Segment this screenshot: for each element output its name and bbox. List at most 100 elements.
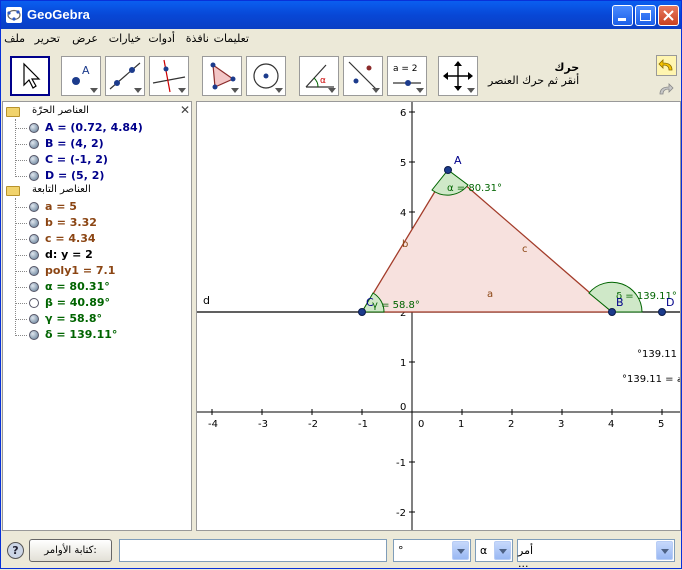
- menu-tools[interactable]: أدوات: [148, 32, 175, 45]
- graphics-canvas[interactable]: -4-3-2-10123456543210-1-2dα = 80.31°γ = …: [197, 102, 681, 531]
- algebra-item-text: C = (-1, 2): [45, 153, 108, 166]
- algebra-item-text: α = 80.31°: [45, 280, 110, 293]
- point-D: [658, 308, 666, 316]
- svg-text:α: α: [320, 76, 326, 86]
- algebra-view: ✕ العناصر الحرّة A = (0.72, 4.84) B = (4,…: [2, 101, 192, 531]
- dropdown-arrow-icon[interactable]: [452, 541, 469, 560]
- y-tick-label: 1: [400, 358, 406, 369]
- y-tick-label: 0: [400, 402, 406, 413]
- x-tick-label: 2: [508, 419, 514, 430]
- undo-button[interactable]: [656, 55, 677, 76]
- menu-window[interactable]: نافذة: [186, 32, 209, 45]
- tree-branch: [15, 271, 27, 272]
- tree-branch: [15, 239, 27, 240]
- input-help-icon[interactable]: ?: [7, 542, 24, 559]
- exterior-angle-text: قياس الزاوية الخارجية = 139.11°: [622, 374, 681, 385]
- point-D-label: D: [666, 296, 674, 309]
- degree-symbol-combo[interactable]: °: [393, 539, 471, 562]
- new-point-tool-button[interactable]: A: [61, 56, 101, 96]
- greek-letter-combo[interactable]: α: [475, 539, 513, 562]
- close-button[interactable]: [658, 5, 679, 26]
- x-tick-label: -3: [258, 419, 268, 430]
- visibility-toggle-icon[interactable]: [29, 298, 39, 308]
- line-d-label: d: [203, 294, 210, 307]
- dropdown-arrow-icon[interactable]: [656, 541, 673, 560]
- x-tick-label: -2: [308, 419, 318, 430]
- point-C-label: C: [366, 296, 374, 309]
- redo-icon: [659, 83, 674, 95]
- visibility-toggle-icon[interactable]: [29, 330, 39, 340]
- menu-view[interactable]: عرض: [72, 32, 98, 45]
- point-A-label: A: [454, 154, 462, 167]
- tree-branch: [15, 176, 27, 177]
- tree-branch: [15, 128, 27, 129]
- maximize-button[interactable]: [635, 5, 656, 26]
- graphics-view[interactable]: -4-3-2-10123456543210-1-2dα = 80.31°γ = …: [196, 101, 681, 531]
- line-tool-button[interactable]: [105, 56, 145, 96]
- menu-edit[interactable]: تحرير: [35, 32, 60, 45]
- x-tick-label: 0: [418, 419, 424, 430]
- point-C: [358, 308, 366, 316]
- x-tick-label: 5: [658, 419, 664, 430]
- algebra-item-text: D = (5, 2): [45, 169, 105, 182]
- tree-branch: [15, 319, 27, 320]
- menu-help[interactable]: تعليمات: [214, 32, 249, 45]
- tool-help-title: حرك: [554, 61, 580, 74]
- algebra-item-text: poly1 = 7.1: [45, 264, 116, 277]
- folder-icon: [6, 186, 20, 196]
- tree-line: [15, 198, 16, 336]
- algebra-item-text: γ = 58.8°: [45, 312, 103, 325]
- interior-angles-sum-text: مجموع الزاويتين الداخليتين= 139.11°: [637, 349, 681, 360]
- minimize-button[interactable]: [612, 5, 633, 26]
- visibility-toggle-icon[interactable]: [29, 202, 39, 212]
- algebra-close-icon[interactable]: ✕: [180, 103, 190, 117]
- redo-button[interactable]: [656, 80, 677, 101]
- circle-tool-button[interactable]: [246, 56, 286, 96]
- algebra-item-text: β = 40.89°: [45, 296, 111, 309]
- free-objects-label: العناصر الحرّة: [32, 105, 89, 116]
- angle-gamma-label: γ = 58.8°: [372, 300, 420, 311]
- polygon-tool-button[interactable]: [202, 56, 242, 96]
- tree-branch: [15, 287, 27, 288]
- tree-branch: [15, 303, 27, 304]
- perpendicular-tool-button[interactable]: [149, 56, 189, 96]
- input-bar: ? كتابة الأوامر: ° α أمر ...: [1, 535, 681, 570]
- angle-tool-button[interactable]: α: [299, 56, 339, 96]
- visibility-toggle-icon[interactable]: [29, 282, 39, 292]
- visibility-toggle-icon[interactable]: [29, 139, 39, 149]
- menu-file[interactable]: ملف: [4, 32, 25, 45]
- tool-help: حرك أنقر ثم حرك العنصر: [488, 61, 579, 87]
- menu-options[interactable]: خيارات: [109, 32, 141, 45]
- x-tick-label: 4: [608, 419, 614, 430]
- side-b-label: b: [402, 239, 408, 250]
- algebra-item-text: a = 5: [45, 200, 77, 213]
- command-input-button[interactable]: كتابة الأوامر:: [29, 539, 112, 562]
- minimize-icon: [618, 18, 626, 21]
- visibility-toggle-icon[interactable]: [29, 234, 39, 244]
- move-view-tool-button[interactable]: [438, 56, 478, 96]
- reflect-tool-button[interactable]: [343, 56, 383, 96]
- visibility-toggle-icon[interactable]: [29, 171, 39, 181]
- visibility-toggle-icon[interactable]: [29, 266, 39, 276]
- undo-icon: [658, 59, 673, 71]
- visibility-toggle-icon[interactable]: [29, 155, 39, 165]
- x-tick-label: 1: [458, 419, 464, 430]
- degree-combo-value: °: [398, 544, 404, 557]
- visibility-toggle-icon[interactable]: [29, 123, 39, 133]
- slider-tool-button[interactable]: a = 2: [387, 56, 427, 96]
- visibility-toggle-icon[interactable]: [29, 218, 39, 228]
- tree-branch: [15, 223, 27, 224]
- algebra-item-text: d: y = 2: [45, 248, 93, 261]
- side-a-label: a: [487, 289, 493, 300]
- dropdown-arrow-icon[interactable]: [494, 541, 511, 560]
- title-bar[interactable]: GeoGebra: [1, 1, 681, 29]
- y-tick-label: -1: [396, 458, 406, 469]
- command-combo[interactable]: أمر ...: [517, 539, 675, 570]
- visibility-toggle-icon[interactable]: [29, 250, 39, 260]
- algebra-item-text: b = 3.32: [45, 216, 97, 229]
- tree-branch: [15, 255, 27, 256]
- visibility-toggle-icon[interactable]: [29, 314, 39, 324]
- command-input-field[interactable]: [119, 539, 387, 562]
- tree-branch: [15, 160, 27, 161]
- move-tool-button[interactable]: [10, 56, 50, 96]
